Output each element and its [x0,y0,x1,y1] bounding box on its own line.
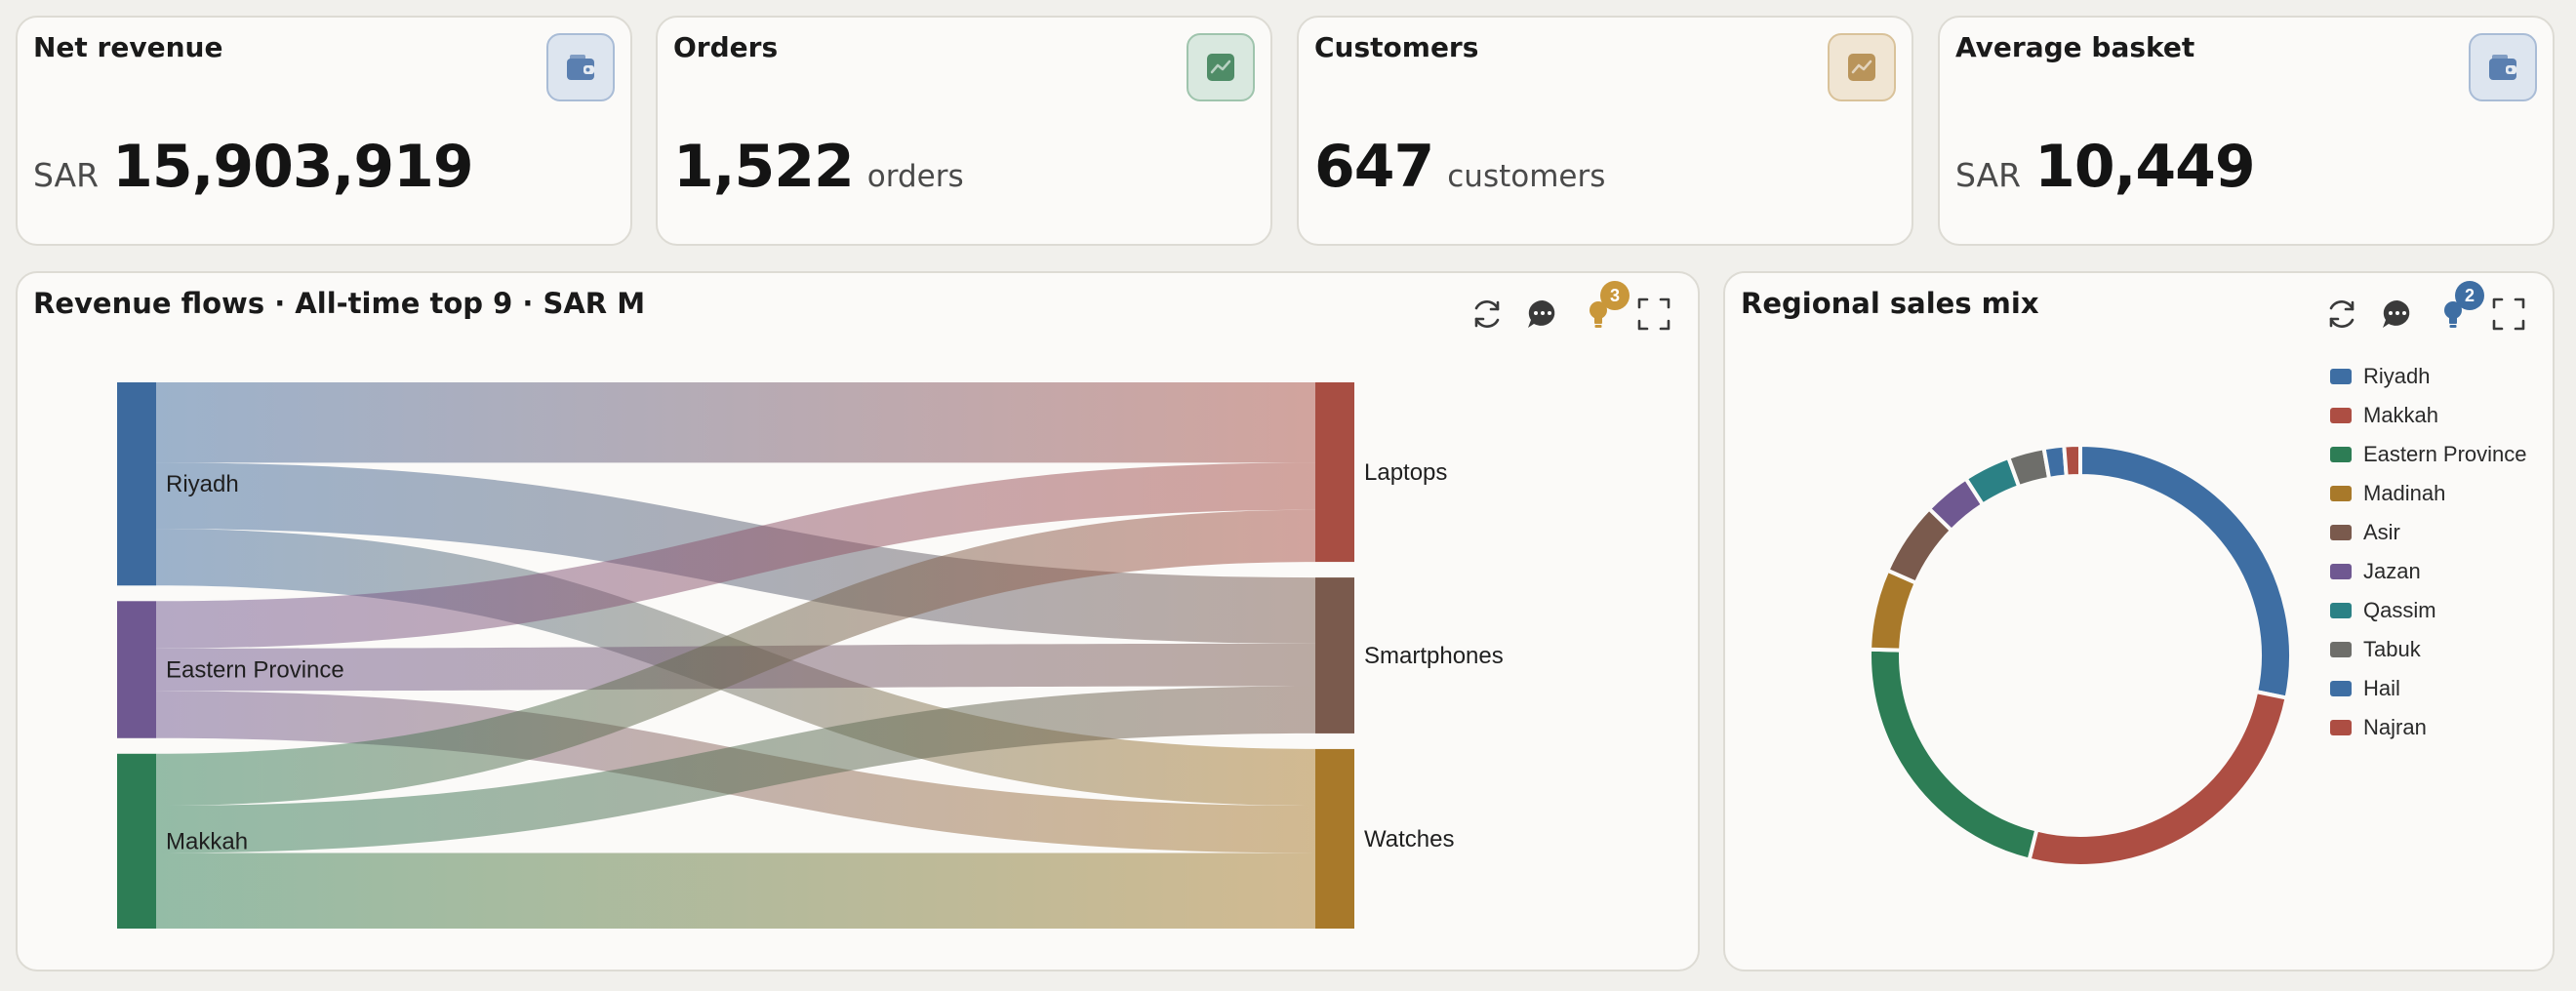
sankey-link[interactable] [156,382,1315,463]
kpi-card-net-revenue: Net revenue SAR 15,903,919 [16,16,632,246]
sankey-source-label: Eastern Province [166,657,344,684]
legend-swatch [2330,720,2352,735]
legend-swatch [2330,447,2352,462]
sankey-link[interactable] [156,852,1315,929]
insight-count-badge: 2 [2455,281,2484,310]
kpi-number: 647 [1314,133,1434,201]
legend-item[interactable]: Najran [2330,708,2527,747]
kpi-unit: customers [1447,159,1606,194]
kpi-number: 1,522 [673,133,855,201]
kpi-value: SAR 10,449 [1955,133,2256,201]
legend-label: Asir [2363,520,2400,544]
currency-prefix: SAR [33,156,100,194]
sankey-source-label: Riyadh [166,471,239,497]
kpi-number: 15,903,919 [112,133,474,201]
legend-swatch [2330,369,2352,384]
legend-swatch [2330,486,2352,501]
legend-label: Najran [2363,715,2427,739]
sankey-panel: Revenue flows · All-time top 9 · SAR M 3… [16,271,1700,971]
chart-legend: Riyadh Makkah Eastern Province Madinah Asir J… [2330,357,2527,747]
legend-label: Riyadh [2363,364,2431,388]
donut-slice[interactable] [2062,442,2082,479]
trend-icon [1828,33,1896,101]
legend-swatch [2330,642,2352,657]
sankey-source-label: Makkah [166,828,248,854]
legend-item[interactable]: Madinah [2330,474,2527,513]
legend-item[interactable]: Tabuk [2330,630,2527,669]
kpi-card-customers: Customers 647 customers [1297,16,1913,246]
legend-item[interactable]: Hail [2330,669,2527,708]
sankey-source-node[interactable] [117,382,156,586]
legend-swatch [2330,525,2352,540]
kpi-title: Orders [673,31,779,63]
legend-item[interactable]: Jazan [2330,552,2527,591]
kpi-title: Net revenue [33,31,223,63]
lightbulb-icon[interactable]: 2 [2434,281,2484,334]
sankey-target-label: Smartphones [1364,643,1504,669]
currency-prefix: SAR [1955,156,2022,194]
sankey-target-node[interactable] [1315,577,1354,733]
legend-item[interactable]: Makkah [2330,396,2527,435]
donut-slice[interactable] [2027,689,2289,868]
legend-label: Tabuk [2363,637,2421,661]
wallet-icon [546,33,615,101]
legend-item[interactable]: Eastern Province [2330,435,2527,474]
comment-icon[interactable] [2378,295,2417,334]
kpi-value: SAR 15,903,919 [33,133,474,201]
kpi-title: Customers [1314,31,1479,63]
kpi-number: 10,449 [2034,133,2256,201]
kpi-title: Average basket [1955,31,2195,63]
donut-slice[interactable] [1868,647,2039,862]
sankey-target-label: Watches [1364,826,1454,852]
legend-swatch [2330,603,2352,618]
legend-label: Hail [2363,676,2400,700]
refresh-icon[interactable] [2322,295,2361,334]
legend-label: Makkah [2363,403,2439,427]
legend-item[interactable]: Qassim [2330,591,2527,630]
expand-icon[interactable] [2489,295,2528,334]
donut-slice[interactable] [2078,442,2293,700]
legend-swatch [2330,564,2352,579]
legend-label: Qassim [2363,598,2436,622]
legend-label: Jazan [2363,559,2421,583]
legend-label: Madinah [2363,481,2446,505]
kpi-card-average-basket: Average basket SAR 10,449 [1938,16,2555,246]
legend-swatch [2330,408,2352,423]
sankey-source-node[interactable] [117,753,156,929]
kpi-card-orders: Orders 1,522 orders [656,16,1272,246]
legend-item[interactable]: Asir [2330,513,2527,552]
sankey-target-label: Laptops [1364,459,1447,486]
legend-item[interactable]: Riyadh [2330,357,2527,396]
sankey-chart: Riyadh Eastern Province Makkah Laptops Smart… [117,382,1504,929]
sankey-target-node[interactable] [1315,382,1354,563]
trend-icon [1187,33,1255,101]
legend-label: Eastern Province [2363,442,2527,466]
sankey-target-node[interactable] [1315,748,1354,929]
donut-chart [1868,442,2293,868]
donut-slice[interactable] [1868,568,1919,653]
sankey-source-node[interactable] [117,601,156,738]
kpi-value: 647 customers [1314,133,1605,201]
kpi-unit: orders [866,159,964,194]
wallet-icon [2469,33,2537,101]
legend-swatch [2330,681,2352,696]
kpi-value: 1,522 orders [673,133,964,201]
donut-panel: Regional sales mix 2 Riyadh Makkah Eastern… [1723,271,2555,971]
